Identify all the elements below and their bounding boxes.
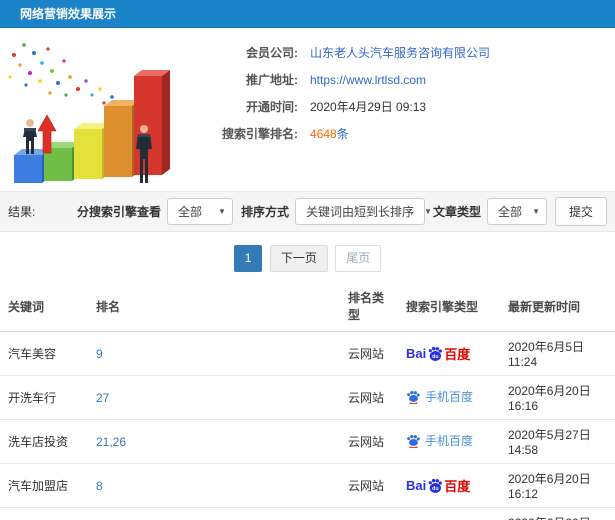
mobile-paw-icon	[407, 390, 420, 404]
mobile-baidu-logo: 手机百度	[406, 432, 473, 449]
field-rank-count: 搜索引擎排名: 4648条	[188, 120, 615, 147]
svg-text:du: du	[432, 486, 439, 492]
keyword-cell: 开洗车行	[0, 375, 88, 420]
sort-filter-select[interactable]: 关键词由短到长排序 ▼	[294, 198, 432, 225]
header-rank: 排名	[88, 282, 340, 332]
pagination: 1 下一页 尾页	[0, 232, 615, 282]
rank-type-cell: 云网站	[340, 463, 398, 508]
keyword-cell: 汽车美容	[0, 331, 88, 376]
info-section: 会员公司: 山东老人头汽车服务咨询有限公司 推广地址: https://www.…	[0, 28, 615, 191]
article-filter-value: 全部	[497, 205, 522, 219]
table-row: 汽车加盟店 8 云网站 Bai du 百度 2020年6月20日 16:12	[0, 463, 615, 508]
sort-filter-value: 关键词由短到长排序	[305, 205, 414, 219]
updated-cell: 2020年5月27日 14:58	[500, 419, 615, 464]
company-info: 会员公司: 山东老人头汽车服务咨询有限公司 推广地址: https://www.…	[188, 33, 615, 191]
table-row: 洗车店投资 21,26 云网站 Bai du 百度	[0, 419, 615, 464]
article-filter-label: 文章类型	[432, 205, 481, 219]
open-time-value: 2020年4月29日 09:13	[310, 100, 427, 114]
updated-cell: 2020年6月20日 16:11	[500, 507, 615, 520]
chevron-down-icon: ▼	[532, 207, 540, 216]
field-member-company: 会员公司: 山东老人头汽车服务咨询有限公司	[188, 39, 615, 66]
chevron-down-icon: ▼	[218, 207, 226, 216]
engine-cell: Bai du 百度	[398, 375, 500, 420]
table-header-row: 关键词 排名 排名类型 搜索引擎类型 最新更新时间	[0, 282, 615, 332]
bar-red	[134, 70, 170, 175]
rank-cell: 27	[88, 375, 340, 420]
updated-cell: 2020年6月20日 16:12	[500, 463, 615, 508]
submit-button[interactable]: 提交	[554, 197, 607, 226]
table-row: 加盟洗车店 25,28,28 云网站 Bai du 百度	[0, 507, 615, 520]
businessman-left	[23, 119, 37, 154]
filter-bar: 结果: 分搜索引擎查看 全部 ▼ 排序方式 关键词由短到长排序 ▼ 文章类型 全…	[0, 191, 615, 232]
rank-cell: 9	[88, 331, 340, 376]
result-label: 结果:	[8, 205, 36, 219]
mobile-paw-icon	[407, 434, 420, 448]
header-keyword: 关键词	[0, 282, 88, 332]
baidu-paw-icon: du	[427, 346, 443, 365]
svg-text:du: du	[432, 354, 439, 360]
rank-link[interactable]: 9	[96, 347, 103, 361]
open-time-label: 开通时间:	[246, 100, 298, 114]
baidu-paw-icon: du	[427, 478, 443, 497]
table-row: 开洗车行 27 云网站 Bai du 百度	[0, 375, 615, 420]
engine-filter-label: 分搜索引擎查看	[76, 205, 161, 219]
next-page-button[interactable]: 下一页	[269, 245, 328, 272]
page-title: 网络营销效果展示	[0, 0, 615, 28]
page-button-1[interactable]: 1	[233, 245, 263, 272]
chevron-down-icon: ▼	[423, 207, 432, 216]
keyword-rank-table: 关键词 排名 排名类型 搜索引擎类型 最新更新时间 汽车美容 9 云网站 Bai	[0, 282, 615, 520]
updated-cell: 2020年6月5日 11:24	[500, 331, 615, 376]
rank-link[interactable]: 27	[96, 391, 109, 405]
rank-type-cell: 云网站	[340, 419, 398, 464]
rank-type-cell: 云网站	[340, 507, 398, 520]
rank-cell: 8	[88, 463, 340, 508]
header-engine-type: 搜索引擎类型	[398, 282, 500, 332]
engine-cell: Bai du 百度	[398, 419, 500, 464]
engine-cell: Bai du 百度	[398, 463, 500, 508]
keyword-cell: 加盟洗车店	[0, 507, 88, 520]
growth-chart-graphic	[8, 43, 170, 183]
table-row: 汽车美容 9 云网站 Bai du 百度 2020年6月5日 11:24	[0, 331, 615, 376]
baidu-logo: Bai du 百度	[406, 476, 470, 495]
last-page-button[interactable]: 尾页	[335, 245, 382, 272]
rank-type-cell: 云网站	[340, 375, 398, 420]
baidu-logo: Bai du 百度	[406, 344, 470, 363]
rank-count-unit: 条	[336, 127, 349, 141]
field-open-time: 开通时间: 2020年4月29日 09:13	[188, 93, 615, 120]
engine-cell: Bai du 百度	[398, 507, 500, 520]
rank-link[interactable]: 21,26	[96, 435, 126, 449]
field-promo-url: 推广地址: https://www.lrtlsd.com	[188, 66, 615, 93]
keyword-cell: 洗车店投资	[0, 419, 88, 464]
mobile-baidu-logo: 手机百度	[406, 388, 473, 405]
promo-url-label: 推广地址:	[246, 73, 298, 87]
rank-type-cell: 云网站	[340, 331, 398, 376]
keyword-cell: 汽车加盟店	[0, 463, 88, 508]
header-rank-type: 排名类型	[340, 282, 398, 332]
confetti-dots	[8, 43, 128, 111]
article-filter-select[interactable]: 全部 ▼	[486, 198, 547, 225]
rank-count-number: 4648	[310, 127, 337, 141]
promo-url-link[interactable]: https://www.lrtlsd.com	[310, 73, 426, 87]
rank-cell: 25,28,28	[88, 507, 340, 520]
engine-filter-select[interactable]: 全部 ▼	[166, 198, 233, 225]
updated-cell: 2020年6月20日 16:16	[500, 375, 615, 420]
rank-link[interactable]: 8	[96, 479, 103, 493]
sort-filter-label: 排序方式	[240, 205, 289, 219]
member-company-label: 会员公司:	[246, 46, 298, 60]
bar-chart-illustration	[0, 33, 188, 189]
header-updated: 最新更新时间	[500, 282, 615, 332]
engine-cell: Bai du 百度	[398, 331, 500, 376]
rank-count-label: 搜索引擎排名:	[222, 127, 298, 141]
engine-filter-value: 全部	[177, 205, 202, 219]
rank-cell: 21,26	[88, 419, 340, 464]
member-company-link[interactable]: 山东老人头汽车服务咨询有限公司	[310, 46, 490, 60]
